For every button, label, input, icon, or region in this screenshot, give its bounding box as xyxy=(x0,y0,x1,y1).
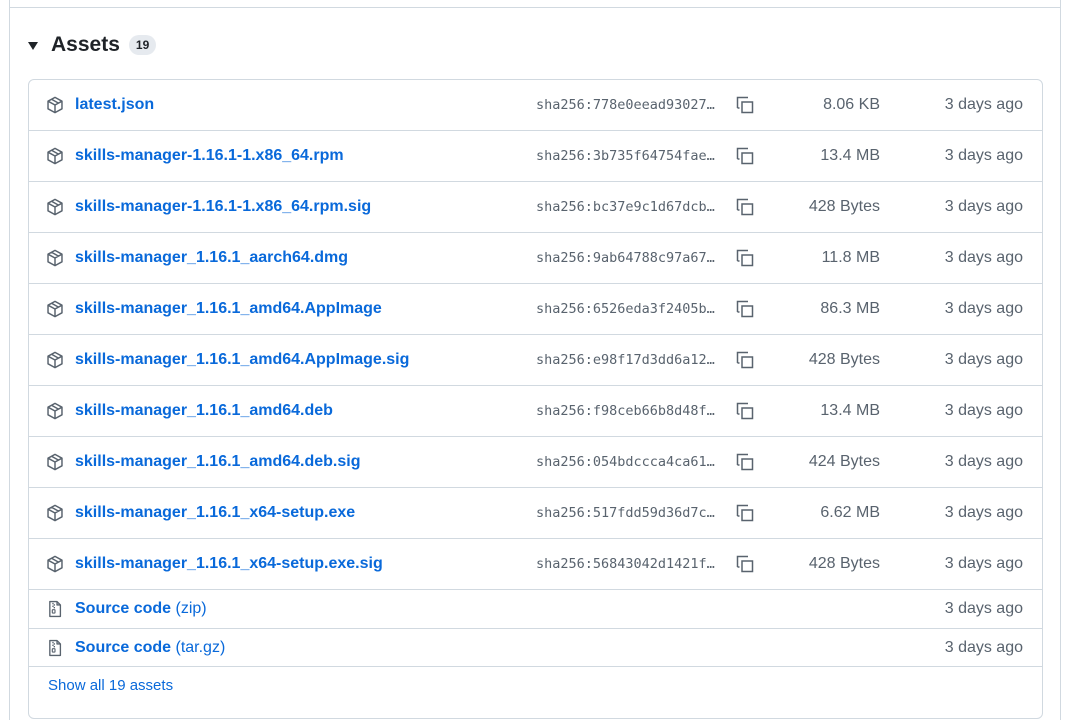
asset-date: 3 days ago xyxy=(944,147,1023,164)
asset-link[interactable]: skills-manager_1.16.1_amd64.AppImage.sig xyxy=(75,335,409,385)
asset-date: 3 days ago xyxy=(944,300,1023,317)
assets-title: Assets xyxy=(51,33,120,56)
asset-link[interactable]: latest.json xyxy=(75,80,154,130)
source-row: Source code (zip) 3 days ago xyxy=(29,590,1042,629)
asset-size: 13.4 MB xyxy=(820,402,880,419)
asset-row: skills-manager_1.16.1_amd64.deb sha256:f… xyxy=(29,386,1042,437)
asset-row: skills-manager_1.16.1_x64-setup.exe.sig … xyxy=(29,539,1042,590)
asset-date: 3 days ago xyxy=(944,402,1023,419)
asset-link[interactable]: skills-manager_1.16.1_x64-setup.exe.sig xyxy=(75,539,383,589)
asset-sha: sha256:9ab64788c97a67… xyxy=(536,250,715,266)
package-icon xyxy=(46,335,66,385)
copy-icon[interactable] xyxy=(735,437,757,487)
asset-size: 424 Bytes xyxy=(808,453,880,470)
triangle-down-icon xyxy=(28,42,38,50)
package-icon xyxy=(46,488,66,538)
asset-sha: sha256:bc37e9c1d67dcb… xyxy=(536,199,715,215)
asset-size: 11.8 MB xyxy=(821,249,880,266)
package-icon xyxy=(46,437,66,487)
asset-row: latest.json sha256:778e0eead93027… 8.06 … xyxy=(29,80,1042,131)
asset-row: skills-manager-1.16.1-1.x86_64.rpm sha25… xyxy=(29,131,1042,182)
source-format-label: (tar.gz) xyxy=(175,638,226,656)
asset-sha: sha256:56843042d1421f… xyxy=(536,556,715,572)
asset-date: 3 days ago xyxy=(944,96,1023,113)
copy-icon[interactable] xyxy=(735,182,757,232)
source-format-label: (zip) xyxy=(175,600,207,617)
asset-size: 86.3 MB xyxy=(820,300,880,317)
asset-sha: sha256:f98ceb66b8d48f… xyxy=(536,403,715,419)
asset-row: skills-manager_1.16.1_x64-setup.exe sha2… xyxy=(29,488,1042,539)
package-icon xyxy=(46,539,66,589)
package-icon xyxy=(46,131,66,181)
asset-row: skills-manager-1.16.1-1.x86_64.rpm.sig s… xyxy=(29,182,1042,233)
asset-date: 3 days ago xyxy=(944,638,1023,656)
source-code-zip-link[interactable]: Source code (zip) xyxy=(75,590,207,628)
asset-date: 3 days ago xyxy=(944,555,1023,572)
asset-size: 13.4 MB xyxy=(820,147,880,164)
assets-count-badge: 19 xyxy=(128,35,157,55)
asset-size: 6.62 MB xyxy=(820,504,880,521)
copy-icon[interactable] xyxy=(735,284,757,334)
source-code-label: Source code xyxy=(75,638,172,656)
file-zip-icon xyxy=(46,590,66,628)
asset-size: 8.06 KB xyxy=(823,96,880,113)
asset-row: skills-manager_1.16.1_amd64.AppImage.sig… xyxy=(29,335,1042,386)
asset-sha: sha256:6526eda3f2405b… xyxy=(536,301,715,317)
asset-link[interactable]: skills-manager_1.16.1_amd64.deb.sig xyxy=(75,437,360,487)
asset-link[interactable]: skills-manager_1.16.1_amd64.deb xyxy=(75,386,333,436)
assets-toggle[interactable]: Assets 19 xyxy=(28,31,157,59)
asset-link[interactable]: skills-manager-1.16.1-1.x86_64.rpm.sig xyxy=(75,182,371,232)
source-row: Source code (tar.gz) 3 days ago xyxy=(29,629,1042,667)
asset-row: skills-manager_1.16.1_aarch64.dmg sha256… xyxy=(29,233,1042,284)
asset-date: 3 days ago xyxy=(944,198,1023,215)
asset-size: 428 Bytes xyxy=(808,351,880,368)
source-code-label: Source code xyxy=(75,600,172,617)
copy-icon[interactable] xyxy=(735,233,757,283)
asset-size: 428 Bytes xyxy=(808,555,880,572)
file-zip-icon xyxy=(46,629,66,666)
package-icon xyxy=(46,233,66,283)
copy-icon[interactable] xyxy=(735,386,757,436)
asset-link[interactable]: skills-manager-1.16.1-1.x86_64.rpm xyxy=(75,131,344,181)
show-all-assets-link[interactable]: Show all 19 assets xyxy=(48,677,173,694)
asset-sha: sha256:3b735f64754fae… xyxy=(536,148,715,164)
asset-row: skills-manager_1.16.1_amd64.AppImage sha… xyxy=(29,284,1042,335)
asset-link[interactable]: skills-manager_1.16.1_x64-setup.exe xyxy=(75,488,355,538)
package-icon xyxy=(46,80,66,130)
asset-sha: sha256:778e0eead93027… xyxy=(536,97,715,113)
asset-date: 3 days ago xyxy=(944,351,1023,368)
copy-icon[interactable] xyxy=(735,131,757,181)
asset-sha: sha256:517fdd59d36d7c… xyxy=(536,505,715,521)
asset-date: 3 days ago xyxy=(944,249,1023,266)
asset-sha: sha256:054bdccca4ca61… xyxy=(536,454,715,470)
asset-size: 428 Bytes xyxy=(808,198,880,215)
package-icon xyxy=(46,284,66,334)
copy-icon[interactable] xyxy=(735,80,757,130)
copy-icon[interactable] xyxy=(735,539,757,589)
section-divider xyxy=(9,7,1061,8)
asset-date: 3 days ago xyxy=(944,453,1023,470)
package-icon xyxy=(46,182,66,232)
copy-icon[interactable] xyxy=(735,488,757,538)
package-icon xyxy=(46,386,66,436)
asset-link[interactable]: skills-manager_1.16.1_amd64.AppImage xyxy=(75,284,382,334)
asset-date: 3 days ago xyxy=(944,600,1023,617)
asset-sha: sha256:e98f17d3dd6a12… xyxy=(536,352,715,368)
copy-icon[interactable] xyxy=(735,335,757,385)
asset-date: 3 days ago xyxy=(944,504,1023,521)
assets-list: latest.json sha256:778e0eead93027… 8.06 … xyxy=(28,79,1043,719)
asset-row: skills-manager_1.16.1_amd64.deb.sig sha2… xyxy=(29,437,1042,488)
source-code-targz-link[interactable]: Source code (tar.gz) xyxy=(75,629,225,666)
asset-link[interactable]: skills-manager_1.16.1_aarch64.dmg xyxy=(75,233,348,283)
